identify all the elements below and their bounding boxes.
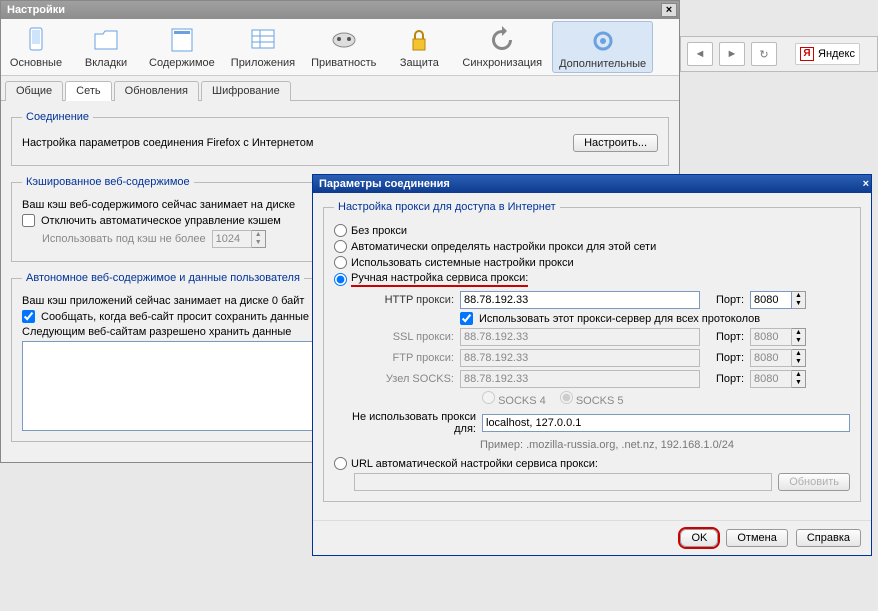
cancel-button[interactable]: Отмена bbox=[726, 529, 787, 547]
cache-limit-spinner[interactable]: ▲▼ bbox=[212, 230, 266, 248]
http-host-input[interactable] bbox=[460, 291, 700, 309]
pac-url-input bbox=[354, 473, 772, 491]
socks-port-input bbox=[750, 370, 792, 388]
browser-chrome: ◄ ► ↻ Я Яндекс bbox=[680, 36, 878, 72]
gear-icon bbox=[587, 26, 619, 56]
ssl-port-input bbox=[750, 328, 792, 346]
http-port-input[interactable] bbox=[750, 291, 792, 309]
cache-limit-label: Использовать под кэш не более bbox=[42, 233, 206, 245]
radio-manual[interactable] bbox=[334, 273, 347, 286]
radio-system[interactable] bbox=[334, 256, 347, 269]
sync-icon bbox=[486, 25, 518, 55]
radio-url-label: URL автоматической настройки сервиса про… bbox=[351, 458, 598, 470]
connection-dialog-titlebar: Параметры соединения × bbox=[313, 175, 871, 193]
ssl-host-input bbox=[460, 328, 700, 346]
radio-url[interactable] bbox=[334, 457, 347, 470]
http-port-spinner[interactable]: ▲▼ bbox=[750, 291, 806, 309]
tab-general[interactable]: Основные bbox=[1, 19, 71, 75]
settings-title: Настройки bbox=[7, 4, 65, 16]
spin-down-icon: ▼ bbox=[252, 239, 265, 247]
cache-limit-input bbox=[212, 230, 252, 248]
spin-up-icon: ▲ bbox=[252, 231, 265, 239]
subtab-network[interactable]: Сеть bbox=[65, 81, 111, 101]
back-button[interactable]: ◄ bbox=[687, 42, 713, 66]
http-port-label: Порт: bbox=[706, 294, 744, 306]
dialog-buttons: OK Отмена Справка bbox=[313, 520, 871, 555]
notify-checkbox[interactable] bbox=[22, 310, 35, 323]
notify-label: Сообщать, когда веб-сайт просит сохранит… bbox=[41, 311, 309, 323]
socks-label: Узел SOCKS: bbox=[354, 373, 454, 385]
tab-advanced[interactable]: Дополнительные bbox=[552, 21, 653, 73]
radio-auto-label: Автоматически определять настройки прокс… bbox=[351, 241, 656, 253]
connection-dialog-title: Параметры соединения bbox=[319, 178, 450, 190]
search-label: Яндекс bbox=[818, 48, 855, 60]
http-label: HTTP прокси: bbox=[354, 294, 454, 306]
folder-icon bbox=[90, 25, 122, 55]
cache-legend: Кэшированное веб-содержимое bbox=[22, 176, 194, 188]
yandex-icon: Я bbox=[800, 47, 814, 61]
settings-toolbar: Основные Вкладки Содержимое Приложения П… bbox=[1, 19, 679, 76]
proxy-legend: Настройка прокси для доступа в Интернет bbox=[334, 201, 560, 213]
offline-status: Ваш кэш приложений сейчас занимает на ди… bbox=[22, 295, 304, 307]
lock-icon bbox=[403, 25, 435, 55]
radio-socks4 bbox=[482, 391, 495, 404]
reload-button: Обновить bbox=[778, 473, 850, 491]
connection-desc: Настройка параметров соединения Firefox … bbox=[22, 137, 313, 149]
close-icon[interactable]: × bbox=[863, 178, 869, 190]
help-button[interactable]: Справка bbox=[796, 529, 861, 547]
radio-auto[interactable] bbox=[334, 240, 347, 253]
radio-socks5 bbox=[560, 391, 573, 404]
tab-content[interactable]: Содержимое bbox=[141, 19, 223, 75]
tab-security[interactable]: Защита bbox=[384, 19, 454, 75]
override-cache-label: Отключить автоматическое управление кэше… bbox=[41, 215, 281, 227]
ftp-label: FTP прокси: bbox=[354, 352, 454, 364]
tab-tabs[interactable]: Вкладки bbox=[71, 19, 141, 75]
radio-none[interactable] bbox=[334, 224, 347, 237]
socks-host-input bbox=[460, 370, 700, 388]
ssl-label: SSL прокси: bbox=[354, 331, 454, 343]
subtab-encryption[interactable]: Шифрование bbox=[201, 81, 291, 101]
configure-button[interactable]: Настроить... bbox=[573, 134, 658, 152]
offline-legend: Автономное веб-содержимое и данные польз… bbox=[22, 272, 304, 284]
proxy-group: Настройка прокси для доступа в Интернет … bbox=[323, 201, 861, 502]
reload-button[interactable]: ↻ bbox=[751, 42, 777, 66]
connection-legend: Соединение bbox=[22, 111, 93, 123]
subtab-general[interactable]: Общие bbox=[5, 81, 63, 101]
tab-applications[interactable]: Приложения bbox=[223, 19, 303, 75]
search-box[interactable]: Я Яндекс bbox=[795, 43, 860, 65]
subtabs: Общие Сеть Обновления Шифрование bbox=[1, 76, 679, 101]
mask-icon bbox=[328, 25, 360, 55]
document-icon bbox=[166, 25, 198, 55]
list-label: Следующим веб-сайтам разрешено хранить д… bbox=[22, 326, 291, 338]
ftp-port-input bbox=[750, 349, 792, 367]
tab-privacy[interactable]: Приватность bbox=[303, 19, 384, 75]
noproxy-label: Не использовать прокси для: bbox=[334, 411, 476, 435]
subtab-updates[interactable]: Обновления bbox=[114, 81, 199, 101]
grid-icon bbox=[247, 25, 279, 55]
ftp-host-input bbox=[460, 349, 700, 367]
override-cache-checkbox[interactable] bbox=[22, 214, 35, 227]
connection-dialog: Параметры соединения × Настройка прокси … bbox=[312, 174, 872, 556]
forward-button[interactable]: ► bbox=[719, 42, 745, 66]
settings-titlebar: Настройки × bbox=[1, 1, 679, 19]
use-for-all-label: Использовать этот прокси-сервер для всех… bbox=[479, 313, 760, 325]
phone-icon bbox=[20, 25, 52, 55]
connection-group: Соединение Настройка параметров соединен… bbox=[11, 111, 669, 166]
radio-manual-label: Ручная настройка сервиса прокси: bbox=[351, 272, 528, 287]
noproxy-example: Пример: .mozilla-russia.org, .net.nz, 19… bbox=[480, 439, 850, 451]
proxy-fields: HTTP прокси: Порт: ▲▼ Использовать этот … bbox=[354, 291, 850, 407]
ok-button[interactable]: OK bbox=[680, 529, 718, 547]
use-for-all-checkbox[interactable] bbox=[460, 312, 473, 325]
close-icon[interactable]: × bbox=[661, 3, 677, 17]
radio-none-label: Без прокси bbox=[351, 225, 407, 237]
noproxy-input[interactable] bbox=[482, 414, 850, 432]
tab-sync[interactable]: Синхронизация bbox=[454, 19, 550, 75]
cache-status: Ваш кэш веб-содержимого сейчас занимает … bbox=[22, 199, 295, 211]
radio-system-label: Использовать системные настройки прокси bbox=[351, 257, 574, 269]
